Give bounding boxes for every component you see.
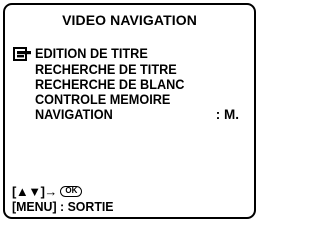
menu-item-recherche-de-blanc[interactable]: RECHERCHE DE BLANC [35, 77, 184, 93]
menu-item-recherche-de-titre[interactable]: RECHERCHE DE TITRE [35, 62, 177, 78]
navigation-value: : M. [215, 107, 239, 122]
nav-hint: [▲▼] → OK [12, 183, 83, 199]
menu-item-edition-de-titre[interactable]: EDITION DE TITRE [35, 46, 148, 62]
up-down-arrows-icon: [▲▼] [12, 183, 45, 199]
menu-screen: VIDEO NAVIGATION EDITION DE TITRE RECHER… [3, 3, 256, 219]
right-arrow-icon: → [44, 183, 58, 199]
ok-button-icon: OK [60, 185, 83, 197]
pointing-hand-icon [13, 47, 31, 61]
menu-item-controle-memoire[interactable]: CONTROLE MEMOIRE [35, 92, 170, 108]
menu-item-navigation[interactable]: NAVIGATION [35, 107, 113, 123]
screen-title: VIDEO NAVIGATION [62, 12, 197, 28]
exit-hint: [MENU] : SORTIE [12, 199, 114, 214]
